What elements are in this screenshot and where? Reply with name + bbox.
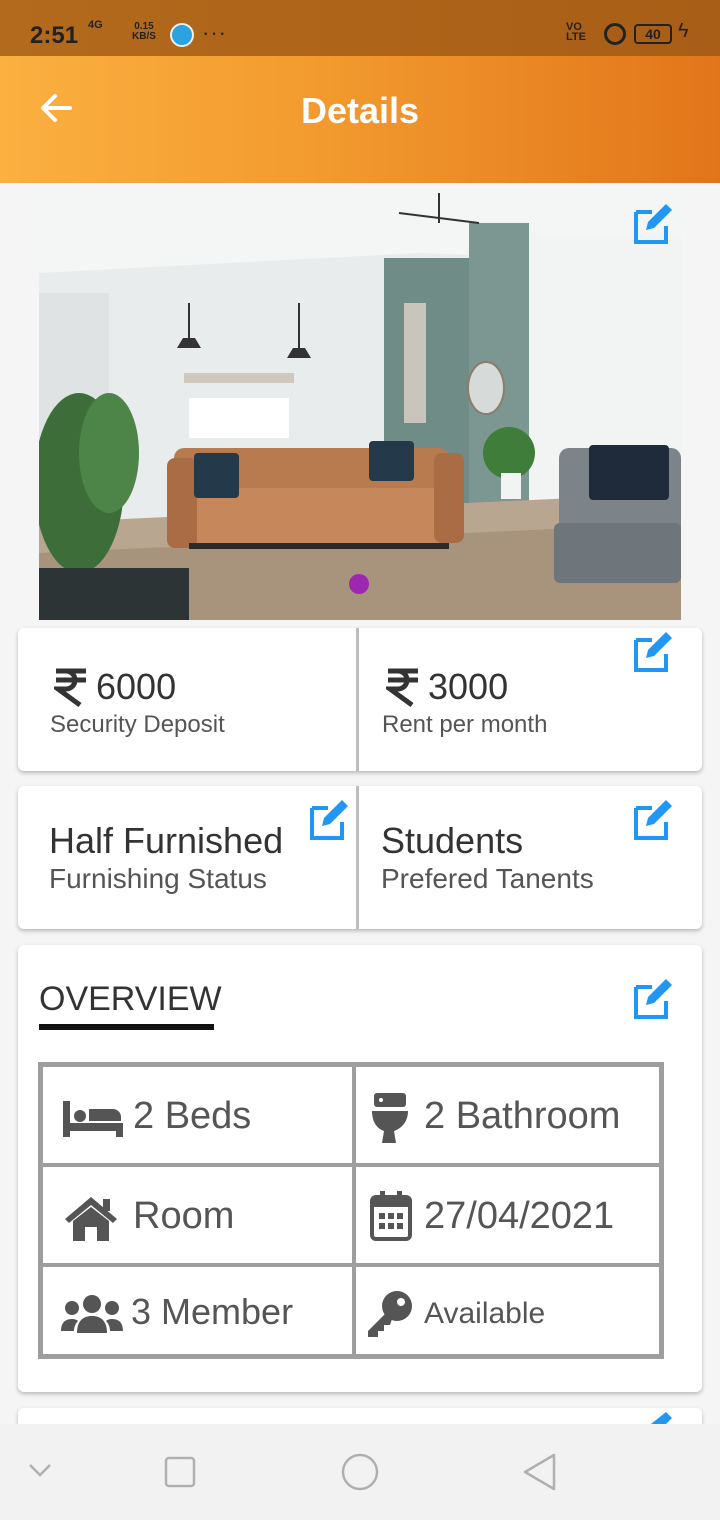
overview-heading: OVERVIEW [39,980,222,1018]
page-title: Details [300,90,420,131]
system-navigation-bar [0,1424,720,1520]
volte-bottom: LTE [566,31,586,43]
calendar-icon [370,1191,412,1241]
availability-cell: Available [354,1265,661,1356]
overview-grid: 2 Beds 2 Bathroom Room 27/04/2021 3 Memb… [38,1062,664,1359]
property-photo-carousel[interactable] [39,193,681,620]
security-deposit-label: Security Deposit [50,711,225,738]
more-notifications-icon: ··· [202,20,227,45]
edit-icon[interactable] [628,200,676,248]
volte-indicator: VO LTE [566,22,586,43]
tenants-value: Students [381,820,524,861]
edit-icon[interactable] [628,796,676,844]
chevron-down-icon[interactable] [28,1462,52,1478]
beds-value: 2 Beds [133,1095,252,1137]
carousel-indicator-dot[interactable] [349,574,369,594]
group-icon [61,1295,123,1333]
date-cell: 27/04/2021 [354,1165,661,1265]
bed-icon [63,1101,123,1137]
rupee-icon [386,668,418,707]
alarm-icon [604,23,626,45]
network-speed: 0.15 KB/S [132,22,156,42]
members-cell: 3 Member [41,1265,354,1356]
furnishing-label: Furnishing Status [49,863,267,894]
furnishing-value: Half Furnished [49,820,284,861]
home-circle-icon[interactable] [340,1452,380,1492]
edit-icon[interactable] [628,628,676,676]
toilet-icon [372,1093,408,1143]
rent-label: Rent per month [382,711,548,738]
battery-indicator: 40 [634,24,672,44]
charging-icon: ϟ [678,20,689,42]
date-value: 27/04/2021 [424,1195,615,1237]
rent-amount: 3000 [386,666,508,708]
status-time: 2:51 [30,22,79,49]
card-divider [356,628,359,771]
telegram-icon [170,23,194,47]
rent-value: 3000 [428,666,509,707]
availability-value: Available [424,1297,546,1330]
deposit-value: 6000 [96,666,177,707]
back-triangle-icon[interactable] [520,1452,560,1492]
beds-cell: 2 Beds [41,1065,354,1165]
type-cell: Room [41,1165,354,1265]
security-deposit-amount: 6000 [54,666,176,708]
bathroom-cell: 2 Bathroom [354,1065,661,1165]
members-value: 3 Member [131,1291,294,1332]
edit-icon[interactable] [304,796,352,844]
overview-underline [39,1024,214,1030]
status-bar: 2:51 4G 0.15 KB/S ··· VO LTE 40 ϟ [0,0,720,56]
card-divider [356,786,359,929]
network-indicator: 4G [88,19,103,31]
home-icon [65,1197,117,1241]
edit-icon[interactable] [628,975,676,1023]
speed-unit: KB/S [132,31,156,42]
living-room-photo [39,193,681,620]
key-icon [368,1291,412,1337]
type-value: Room [133,1195,235,1237]
bathroom-value: 2 Bathroom [424,1095,621,1137]
recents-square-icon[interactable] [164,1456,196,1488]
tenants-label: Prefered Tanents [381,863,594,894]
rupee-icon [54,668,86,707]
app-bar: Details [0,56,720,183]
